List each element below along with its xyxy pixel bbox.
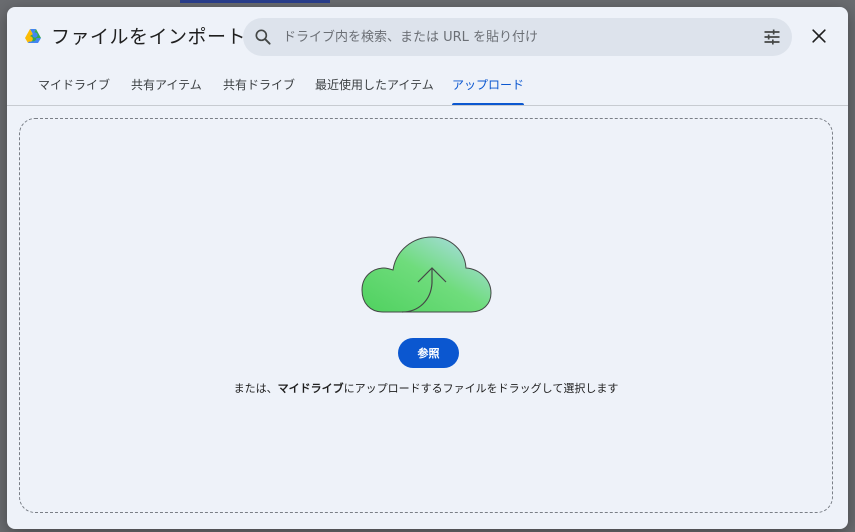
- upload-dropzone[interactable]: 参照 または、マイドライブにアップロードするファイルをドラッグして選択します: [19, 118, 833, 513]
- dialog-title: ファイルをインポート: [51, 26, 247, 48]
- upload-hint: または、マイドライブにアップロードするファイルをドラッグして選択します: [20, 380, 832, 396]
- close-icon[interactable]: [809, 26, 829, 46]
- tab-recent[interactable]: 最近使用したアイテム: [315, 65, 434, 105]
- search-input[interactable]: [283, 18, 743, 56]
- tune-icon[interactable]: [762, 27, 782, 47]
- dialog-header: ファイルをインポート: [7, 7, 848, 65]
- tab-shared-drives[interactable]: 共有ドライブ: [223, 65, 295, 105]
- tab-upload[interactable]: アップロード: [452, 65, 525, 105]
- tab-my-drive[interactable]: マイドライブ: [38, 65, 110, 105]
- tab-shared-with-me[interactable]: 共有アイテム: [131, 65, 202, 105]
- search-bar[interactable]: [243, 18, 792, 56]
- tab-bar: マイドライブ 共有アイテム 共有ドライブ 最近使用したアイテム アップロード: [7, 65, 848, 106]
- background-topbar: [180, 0, 330, 3]
- browse-button[interactable]: 参照: [398, 338, 459, 368]
- google-drive-logo-icon: [25, 29, 41, 43]
- cloud-upload-icon: [361, 236, 492, 313]
- import-file-dialog: ファイルをインポート マイドライブ 共有アイテム 共有ドライブ 最近: [7, 7, 848, 529]
- search-icon[interactable]: [253, 27, 273, 47]
- hint-prefix: または、: [233, 382, 278, 395]
- hint-suffix: にアップロードするファイルをドラッグして選択します: [343, 382, 619, 395]
- hint-my-drive: マイドライブ: [277, 382, 344, 395]
